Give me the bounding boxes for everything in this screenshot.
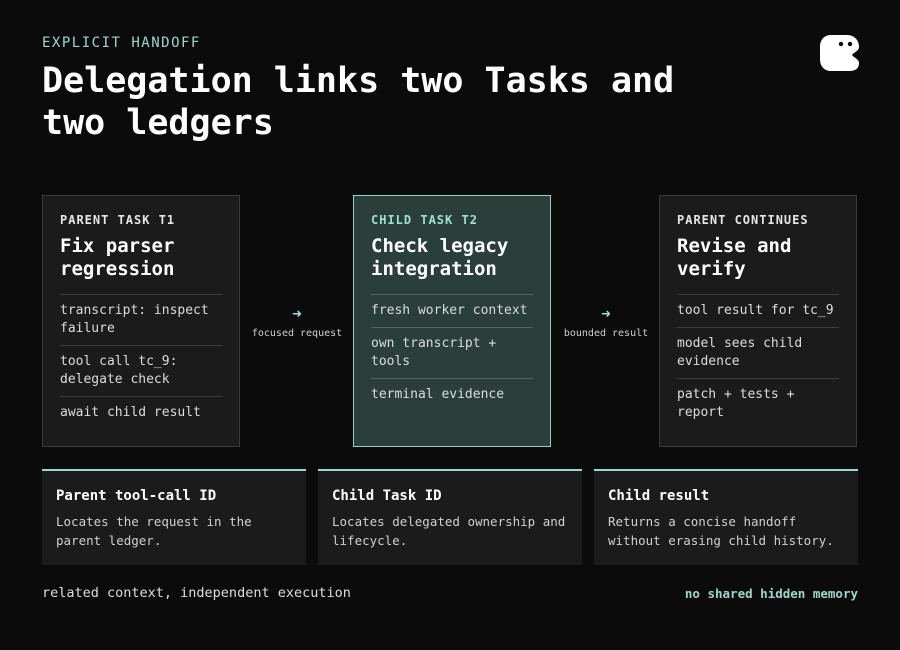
info-title: Child result bbox=[608, 488, 710, 504]
child-task-id-box: Child Task ID Locates delegated ownershi… bbox=[318, 469, 582, 565]
child-task-kicker: CHILD TASK T2 bbox=[371, 213, 478, 227]
eyebrow-label: EXPLICIT HANDOFF bbox=[42, 35, 201, 51]
child-task-steps: fresh worker context own transcript + to… bbox=[371, 294, 533, 411]
list-item: model sees child evidence bbox=[677, 327, 839, 378]
footer-caption: related context, independent execution bbox=[42, 585, 351, 601]
parent-tool-call-id-box: Parent tool-call ID Locates the request … bbox=[42, 469, 306, 565]
logo-icon bbox=[820, 35, 859, 71]
bounded-result-connector: ➜ bounded result bbox=[553, 304, 659, 340]
child-result-box: Child result Returns a concise handoff w… bbox=[594, 469, 858, 565]
info-description: Locates delegated ownership and lifecycl… bbox=[332, 514, 566, 548]
parent-task-kicker: PARENT TASK T1 bbox=[60, 213, 176, 227]
list-item: terminal evidence bbox=[371, 378, 533, 411]
list-item: patch + tests + report bbox=[677, 378, 839, 429]
footer-tagline: no shared hidden memory bbox=[684, 586, 858, 601]
arrow-right-icon: ➜ bbox=[601, 304, 611, 323]
list-item: tool call tc_9: delegate check bbox=[60, 345, 222, 396]
info-title: Child Task ID bbox=[332, 488, 442, 504]
list-item: transcript: inspect failure bbox=[60, 294, 222, 345]
info-title: Parent tool-call ID bbox=[56, 488, 217, 504]
page-title: Delegation links two Tasks and two ledge… bbox=[42, 61, 675, 143]
parent-continues-steps: tool result for tc_9 model sees child ev… bbox=[677, 294, 839, 429]
info-description: Returns a concise handoff without erasin… bbox=[608, 514, 834, 548]
parent-continues-card: PARENT CONTINUES Revise and verify tool … bbox=[659, 195, 857, 447]
child-task-title: Check legacy integration bbox=[371, 235, 509, 280]
parent-task-title: Fix parser regression bbox=[60, 235, 175, 280]
parent-continues-title: Revise and verify bbox=[677, 235, 792, 280]
parent-continues-kicker: PARENT CONTINUES bbox=[677, 213, 809, 227]
parent-task-card: PARENT TASK T1 Fix parser regression tra… bbox=[42, 195, 240, 447]
parent-task-steps: transcript: inspect failure tool call tc… bbox=[60, 294, 222, 429]
list-item: tool result for tc_9 bbox=[677, 294, 839, 327]
list-item: own transcript + tools bbox=[371, 327, 533, 378]
child-task-card: CHILD TASK T2 Check legacy integration f… bbox=[353, 195, 551, 447]
list-item: await child result bbox=[60, 396, 222, 429]
connector-label: bounded result bbox=[563, 328, 649, 339]
info-description: Locates the request in the parent ledger… bbox=[56, 514, 252, 548]
list-item: fresh worker context bbox=[371, 294, 533, 327]
arrow-right-icon: ➜ bbox=[292, 304, 302, 323]
connector-label: focused request bbox=[251, 328, 343, 339]
focused-request-connector: ➜ focused request bbox=[241, 304, 353, 340]
